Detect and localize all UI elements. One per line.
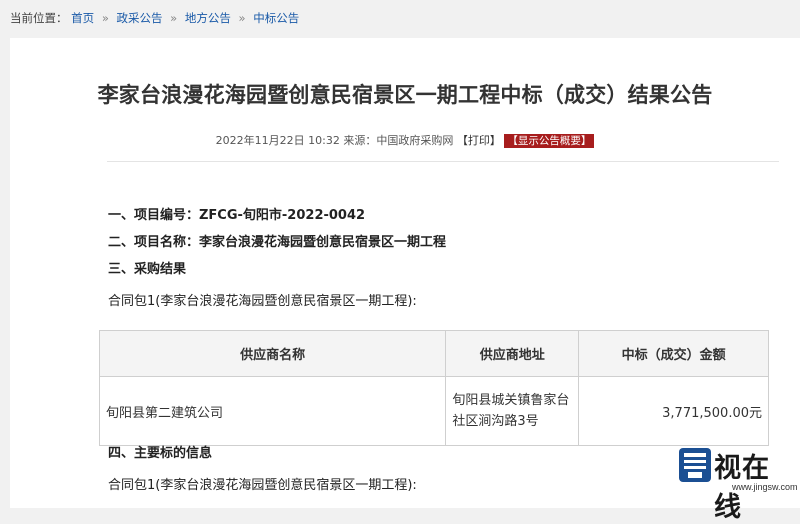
page-title: 李家台浪漫花海园暨创意民宿景区一期工程中标（成交）结果公告 xyxy=(97,83,713,107)
main-items-heading: 四、主要标的信息 xyxy=(108,446,213,461)
table-row: 旬阳县第二建筑公司 旬阳县城关镇鲁家台 社区涧沟路3号 3,771,500.00… xyxy=(98,376,769,446)
breadcrumb-local-notices[interactable]: 地方公告 xyxy=(185,11,231,25)
address-line: 社区涧沟路3号 xyxy=(452,414,539,429)
col-header-supplier-address: 供应商地址 xyxy=(445,330,580,377)
contract-package-label: 合同包1(李家台浪漫花海园暨创意民宿景区一期工程): xyxy=(108,478,417,493)
col-header-supplier-name: 供应商名称 xyxy=(98,330,447,377)
breadcrumb-procurement-notices[interactable]: 政采公告 xyxy=(117,11,163,25)
address-line: 旬阳县城关镇鲁家台 xyxy=(452,393,570,408)
project-number: 一、项目编号：ZFCG-旬阳市-2022-0042 xyxy=(108,208,366,223)
breadcrumb-separator: » xyxy=(101,11,109,25)
article-source: 来源：中国政府采购网 xyxy=(343,134,454,147)
breadcrumb-separator: » xyxy=(238,11,246,25)
award-result-table: 供应商名称 供应商地址 中标（成交）金额 旬阳县第二建筑公司 旬阳县城关镇鲁家台… xyxy=(98,330,769,446)
watermark-logo-icon xyxy=(679,448,711,482)
project-name: 二、项目名称：李家台浪漫花海园暨创意民宿景区一期工程 xyxy=(108,235,447,250)
contract-package-label: 合同包1(李家台浪漫花海园暨创意民宿景区一期工程): xyxy=(108,294,417,309)
procurement-result-heading: 三、采购结果 xyxy=(108,262,187,277)
divider xyxy=(107,161,779,162)
breadcrumb-prefix: 当前位置： xyxy=(10,11,68,25)
breadcrumb: 当前位置： 首页 » 政采公告 » 地方公告 » 中标公告 xyxy=(10,10,299,28)
supplier-address-cell: 旬阳县城关镇鲁家台 社区涧沟路3号 xyxy=(445,376,580,446)
publish-datetime: 2022年11月22日 10:32 xyxy=(215,134,340,147)
breadcrumb-home[interactable]: 首页 xyxy=(71,11,94,25)
article-card: 李家台浪漫花海园暨创意民宿景区一期工程中标（成交）结果公告 2022年11月22… xyxy=(10,38,800,508)
table-header-row: 供应商名称 供应商地址 中标（成交）金额 xyxy=(98,330,769,377)
article-meta: 2022年11月22日 10:32 来源：中国政府采购网 【打印】 【显示公告概… xyxy=(10,132,800,148)
breadcrumb-award-notices[interactable]: 中标公告 xyxy=(253,11,299,25)
supplier-name-cell: 旬阳县第二建筑公司 xyxy=(98,376,447,446)
col-header-award-amount: 中标（成交）金额 xyxy=(578,330,769,377)
watermark-url: www.jingsw.com xyxy=(732,482,798,492)
breadcrumb-separator: » xyxy=(170,11,178,25)
print-button[interactable]: 【打印】 xyxy=(457,134,501,147)
watermark: 视在线 www.jingsw.com xyxy=(674,443,798,523)
show-summary-button[interactable]: 【显示公告概要】 xyxy=(504,134,595,148)
award-amount-cell: 3,771,500.00元 xyxy=(578,376,769,446)
